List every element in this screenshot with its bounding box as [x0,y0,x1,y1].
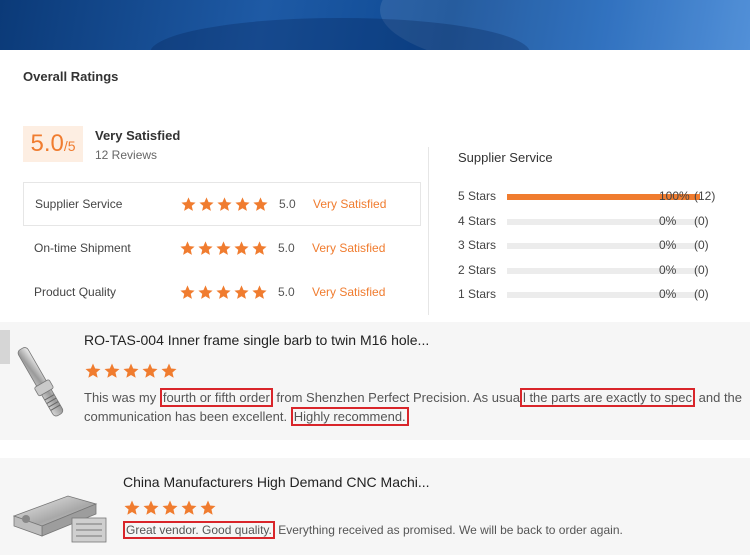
distribution-title: Supplier Service [458,150,553,165]
star-icon [198,284,213,299]
star-icon [104,363,120,378]
distribution-row-1-stars: 1 Stars 0% (0) [458,287,743,312]
review-star-rating [84,362,178,380]
ratings-table: Supplier Service 5.0 Very Satisfied On-t… [23,182,421,314]
overall-satisfaction-label: Very Satisfied [95,128,181,143]
distribution-row-2-stars: 2 Stars 0% (0) [458,263,743,288]
distribution-row-3-stars: 3 Stars 0% (0) [458,238,743,263]
overall-ratings-title: Overall Ratings [23,69,119,84]
distribution-row-5-stars: 5 Stars 100% (12) [458,189,743,214]
star-icon [123,363,139,378]
distribution-row-4-stars: 4 Stars 0% (0) [458,214,743,239]
distribution-percent: 0% [659,213,677,228]
rating-name: On-time Shipment [34,241,131,255]
top-banner [0,0,750,50]
distribution-count: (0) [694,238,709,252]
star-icon [198,240,213,255]
star-distribution: 5 Stars 100% (12) 4 Stars 0% (0) 3 Stars… [458,189,743,312]
star-icon [234,284,249,299]
rating-name: Product Quality [34,285,117,299]
rating-label: Very Satisfied [313,197,387,211]
review-star-rating [123,499,217,517]
rating-label: Very Satisfied [312,285,386,299]
star-icon [252,240,267,255]
rating-row-supplier-service: Supplier Service 5.0 Very Satisfied [23,182,421,226]
review-text: This was my fourth or fifth order from S… [84,388,750,426]
distribution-count: (0) [694,287,709,301]
rating-value: 5.0 [278,241,295,255]
overall-score-max: /5 [63,138,76,154]
star-icon [252,284,267,299]
star-rating [180,196,269,213]
review-product-title[interactable]: China Manufacturers High Demand CNC Mach… [123,474,430,490]
product-image-threaded-rod[interactable] [0,330,76,432]
distribution-percent: 0% [659,262,677,277]
rating-value: 5.0 [278,285,295,299]
star-icon [181,196,196,211]
distribution-label: 3 Stars [458,238,497,252]
rating-row-product-quality: Product Quality 5.0 Very Satisfied [23,270,421,314]
review-text-segment: This was my [84,390,160,405]
review-card: RO-TAS-004 Inner frame single barb to tw… [0,322,750,440]
review-highlight: Great vendor. Good quality. [123,521,275,539]
distribution-count: (0) [694,213,709,228]
star-icon [180,284,195,299]
review-highlight: fourth or fifth order [159,388,273,407]
review-text-segment: from Shenzhen Perfect Precision. As usua [272,390,520,405]
distribution-label: 4 Stars [458,213,497,228]
rating-name: Supplier Service [35,197,123,211]
star-icon [143,500,159,515]
star-icon [162,500,178,515]
star-icon [253,196,268,211]
star-icon [216,284,231,299]
star-icon [85,363,101,378]
star-icon [199,196,214,211]
star-icon [234,240,249,255]
star-icon [180,240,195,255]
review-text: Great vendor. Good quality. Everything r… [123,521,743,540]
star-icon [124,500,140,515]
rating-row-on-time-shipment: On-time Shipment 5.0 Very Satisfied [23,226,421,270]
star-icon [216,240,231,255]
star-icon [161,363,177,378]
review-text-segment: Everything received as promised. We will… [274,523,623,537]
review-highlight: l the parts are exactly to spec [519,388,696,407]
review-highlight: Highly recommend. [290,407,409,426]
distribution-label: 5 Stars [458,189,497,203]
distribution-label: 1 Stars [458,287,497,301]
review-count: 12 Reviews [95,148,158,162]
star-icon [181,500,197,515]
overall-score-badge: 5.0/5 [23,126,83,162]
rating-label: Very Satisfied [312,241,386,255]
distribution-count: (12) [694,189,716,203]
star-icon [200,500,216,515]
product-image-cnc-part[interactable] [6,478,116,548]
distribution-percent: 100% [659,189,690,203]
distribution-count: (0) [694,262,709,277]
review-card: China Manufacturers High Demand CNC Mach… [0,458,750,555]
distribution-percent: 0% [659,287,677,301]
review-product-title[interactable]: RO-TAS-004 Inner frame single barb to tw… [84,332,429,348]
distribution-label: 2 Stars [458,262,497,277]
star-icon [217,196,232,211]
vertical-divider [428,147,429,315]
overall-score: 5.0 [30,130,64,157]
rating-value: 5.0 [279,197,296,211]
star-icon [142,363,158,378]
distribution-percent: 0% [659,238,677,252]
star-icon [235,196,250,211]
star-rating [179,284,268,301]
star-rating [179,240,268,257]
